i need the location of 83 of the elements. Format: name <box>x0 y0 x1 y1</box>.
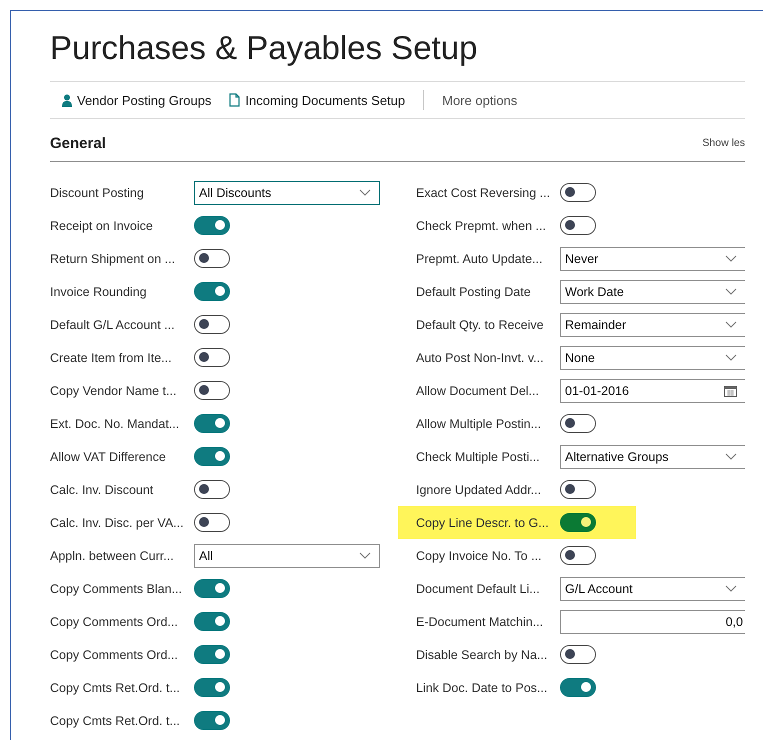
field-label: Return Shipment on ... <box>50 252 176 266</box>
toggle-switch[interactable] <box>194 711 230 730</box>
field-label: Calc. Inv. Discount <box>50 482 154 496</box>
chevron-down-icon <box>359 189 371 196</box>
field-label: Copy Cmts Ret.Ord. t... <box>50 680 181 694</box>
toggle-switch[interactable] <box>194 381 230 400</box>
number-field[interactable]: 0,0 <box>560 610 745 634</box>
toggle-switch[interactable] <box>194 282 230 301</box>
section-title: General <box>50 134 106 152</box>
chevron-down-icon <box>725 321 737 328</box>
dropdown-field[interactable]: Never <box>560 246 745 270</box>
toggle-switch[interactable] <box>194 414 230 433</box>
chevron-down-icon <box>725 255 737 262</box>
toggle-switch[interactable] <box>194 480 230 499</box>
toggle-switch[interactable] <box>560 216 596 235</box>
field-label: Allow Document Del... <box>416 384 540 398</box>
field-label: Auto Post Non-Invt. v... <box>416 350 545 364</box>
toggle-switch[interactable] <box>194 315 230 334</box>
toggle-switch[interactable] <box>560 678 596 697</box>
document-icon <box>229 93 240 107</box>
dropdown-field[interactable]: Remainder <box>560 312 745 336</box>
dropdown-field[interactable]: All <box>194 544 380 568</box>
field-label: Copy Line Descr. to G... <box>416 516 550 530</box>
dropdown-field[interactable]: None <box>560 346 745 370</box>
person-icon <box>62 94 72 106</box>
field-label: Allow VAT Difference <box>50 450 167 464</box>
toggle-switch[interactable] <box>194 579 230 598</box>
dropdown-field[interactable]: Alternative Groups <box>560 444 745 468</box>
field-label: Document Default Li... <box>416 582 541 596</box>
field-label: Invoice Rounding <box>50 284 148 298</box>
field-label: Copy Comments Ord... <box>50 648 179 662</box>
chevron-down-icon <box>725 354 737 361</box>
toggle-switch[interactable] <box>194 447 230 466</box>
field-label: Default G/L Account ... <box>50 318 176 332</box>
toggle-switch[interactable] <box>560 480 596 499</box>
date-field[interactable]: 01-01-2016 <box>560 378 745 402</box>
chevron-down-icon <box>725 585 737 592</box>
show-less-link[interactable]: Show les <box>702 137 745 149</box>
field-label: Ext. Doc. No. Mandat... <box>50 416 180 430</box>
field-label: Copy Cmts Ret.Ord. t... <box>50 714 181 728</box>
chevron-down-icon <box>725 453 737 460</box>
dropdown-field[interactable]: G/L Account <box>560 576 745 600</box>
chevron-down-icon <box>359 552 371 559</box>
toggle-switch[interactable] <box>194 249 230 268</box>
toggle-switch[interactable] <box>194 612 230 631</box>
toolbar-action[interactable]: Vendor Posting Groups <box>62 92 212 108</box>
field-label: Allow Multiple Postin... <box>416 416 542 430</box>
field-label: Discount Posting <box>50 186 145 200</box>
dropdown-field[interactable]: All Discounts <box>194 180 380 204</box>
field-label: Calc. Inv. Disc. per VA... <box>50 516 185 530</box>
toggle-switch[interactable] <box>194 513 230 532</box>
toggle-switch[interactable] <box>194 678 230 697</box>
field-label: Prepmt. Auto Update... <box>416 252 544 266</box>
field-label: Receipt on Invoice <box>50 218 154 232</box>
field-label: Exact Cost Reversing ... <box>416 186 552 200</box>
toggle-switch[interactable] <box>194 216 230 235</box>
field-label: Copy Invoice No. To ... <box>416 548 543 562</box>
field-label: Check Multiple Posti... <box>416 450 541 464</box>
chevron-down-icon <box>725 288 737 295</box>
field-label: Check Prepmt. when ... <box>416 218 547 232</box>
toggle-switch[interactable] <box>194 645 230 664</box>
toggle-switch[interactable] <box>560 183 596 202</box>
toggle-switch[interactable] <box>560 513 596 532</box>
page-title: Purchases & Payables Setup <box>50 28 478 68</box>
field-label: Appln. between Curr... <box>50 548 175 562</box>
field-label: E-Document Matchin... <box>416 614 544 628</box>
field-label: Copy Comments Ord... <box>50 614 179 628</box>
dropdown-field[interactable]: Work Date <box>560 280 745 304</box>
calendar-icon <box>724 384 737 396</box>
field-label: Ignore Updated Addr... <box>416 482 542 496</box>
toggle-switch[interactable] <box>560 414 596 433</box>
toolbar-action[interactable]: More options <box>442 92 518 108</box>
toggle-switch[interactable] <box>560 546 596 565</box>
field-label: Copy Vendor Name t... <box>50 384 178 398</box>
toolbar-action[interactable]: Incoming Documents Setup <box>229 92 406 108</box>
field-label: Create Item from Ite... <box>50 350 173 364</box>
field-label: Disable Search by Na... <box>416 648 548 662</box>
field-label: Copy Comments Blan... <box>50 582 183 596</box>
toggle-switch[interactable] <box>194 348 230 367</box>
field-label: Link Doc. Date to Pos... <box>416 680 548 694</box>
toggle-switch[interactable] <box>560 645 596 664</box>
field-label: Default Qty. to Receive <box>416 318 545 332</box>
field-label: Default Posting Date <box>416 284 532 298</box>
